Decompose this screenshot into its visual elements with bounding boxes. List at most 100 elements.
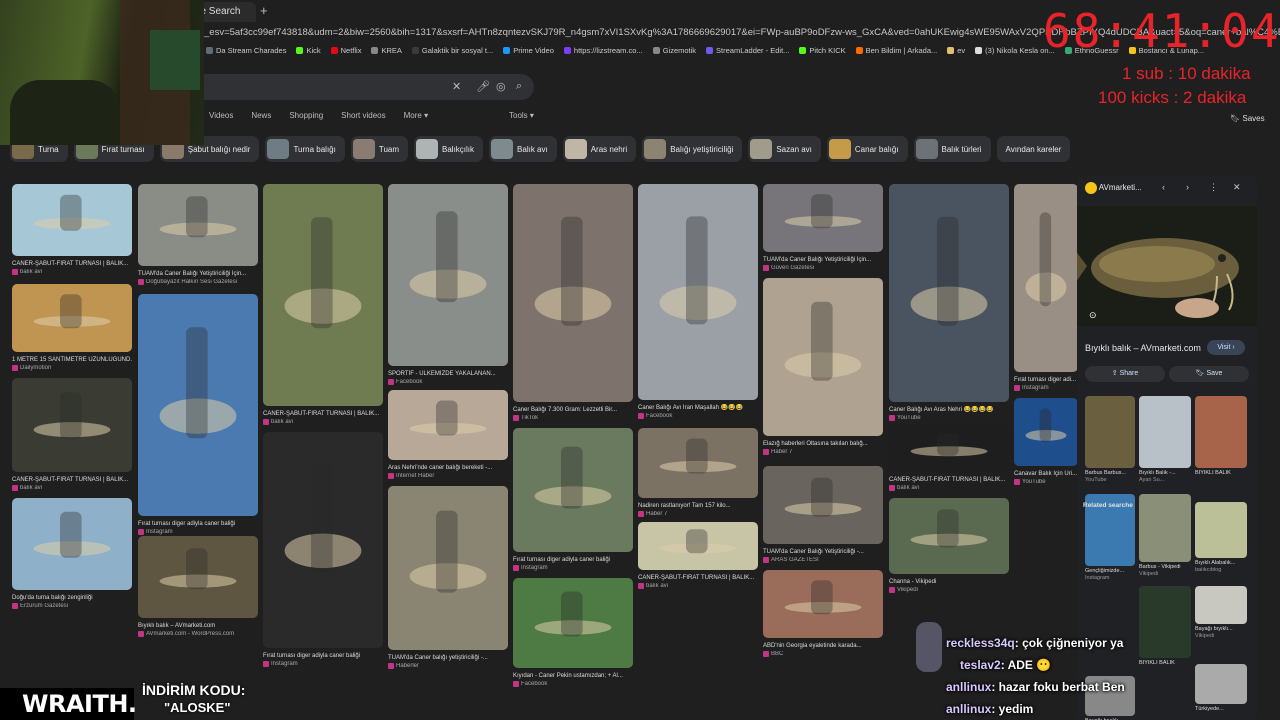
search-icon[interactable]: ⌕ bbox=[516, 80, 522, 93]
result-caption[interactable]: TUAM'da Caner Balığı Yetiştiriciliği İçi… bbox=[138, 270, 258, 278]
camera-icon[interactable]: ◎ bbox=[496, 80, 506, 93]
result-caption[interactable]: Fırat turnası diger adiyla caner baliği bbox=[513, 556, 633, 564]
image-result[interactable] bbox=[763, 466, 883, 544]
refinement-chip[interactable]: Sazan avı bbox=[748, 136, 821, 162]
chevron-left-icon[interactable]: ‹ bbox=[1162, 182, 1165, 192]
image-result[interactable] bbox=[388, 390, 508, 460]
panel-title[interactable]: Bıyıklı balık – AVmarketi.com bbox=[1085, 343, 1201, 353]
result-caption[interactable]: SPORTİF - ÜLKEMİZDE YAKALANAN... bbox=[388, 370, 508, 378]
image-result[interactable] bbox=[12, 284, 132, 352]
result-caption[interactable]: ABD'nin Georgia eyaletinde karada... bbox=[763, 642, 883, 650]
refinement-chip[interactable]: Avından kareler bbox=[996, 136, 1071, 162]
panel-thumbnail[interactable] bbox=[1195, 502, 1247, 558]
image-result[interactable] bbox=[12, 498, 132, 590]
share-button[interactable]: ⇪ Share bbox=[1085, 366, 1165, 382]
refinement-chip[interactable]: Aras nehri bbox=[562, 136, 637, 162]
image-result[interactable] bbox=[12, 184, 132, 256]
bookmark-item[interactable]: Kick bbox=[296, 42, 321, 58]
chevron-right-icon[interactable]: › bbox=[1186, 182, 1189, 192]
panel-thumbnail-caption[interactable]: Bıyıklı Alabalık... bbox=[1195, 560, 1247, 566]
bookmark-item[interactable]: Ben Bildim | Arkada... bbox=[855, 42, 937, 58]
panel-thumbnail[interactable] bbox=[1085, 396, 1135, 468]
result-caption[interactable]: CANER-ŞABUT-FIRAT TURNASI | BALIK... bbox=[889, 476, 1009, 484]
image-result[interactable] bbox=[263, 184, 383, 406]
result-caption[interactable]: Canavar Balık İçin Uri... bbox=[1014, 470, 1078, 478]
result-caption[interactable]: Bıyıklı balık – AVmarketi.com bbox=[138, 622, 258, 630]
save-button[interactable]: 🔖︎ Save bbox=[1169, 366, 1249, 382]
image-result[interactable] bbox=[138, 294, 258, 516]
panel-thumbnail-caption[interactable]: Bayağı bıyıklı... bbox=[1195, 626, 1247, 632]
panel-thumbnail[interactable] bbox=[1195, 396, 1247, 468]
result-caption[interactable]: Caner Balığı Avı İran Maşallah 😂😂😂 bbox=[638, 404, 758, 412]
result-caption[interactable]: Fırat turnası diger adiyla caner baliği bbox=[263, 652, 383, 660]
panel-site[interactable]: AVmarketi... bbox=[1085, 182, 1142, 194]
tools-button[interactable]: Tools ▾ bbox=[509, 111, 534, 120]
result-caption[interactable]: TUAM'da Caner balığı yetiştiriciliği -..… bbox=[388, 654, 508, 662]
visit-button[interactable]: Visit › bbox=[1207, 340, 1245, 355]
image-result[interactable] bbox=[638, 184, 758, 400]
bookmark-item[interactable]: KREA bbox=[371, 42, 402, 58]
result-caption[interactable]: CANER-ŞABUT-FIRAT TURNASI | BALIK... bbox=[638, 574, 758, 582]
image-result[interactable] bbox=[638, 522, 758, 570]
preview-image[interactable] bbox=[1077, 206, 1257, 326]
image-result[interactable] bbox=[889, 498, 1009, 574]
image-result[interactable] bbox=[138, 536, 258, 618]
bookmark-item[interactable]: Netflix bbox=[330, 42, 361, 58]
nav-tab[interactable]: Shopping bbox=[289, 111, 323, 120]
panel-thumbnail-caption[interactable]: BIYIKLI BALIK bbox=[1195, 470, 1247, 476]
panel-thumbnail[interactable] bbox=[1139, 396, 1191, 468]
image-result[interactable] bbox=[12, 378, 132, 472]
image-result[interactable] bbox=[388, 486, 508, 650]
image-result[interactable] bbox=[388, 184, 508, 366]
bookmark-item[interactable]: StreamLadder - Edit... bbox=[706, 42, 789, 58]
refinement-chip[interactable]: Balığı yetiştiriciliği bbox=[642, 136, 743, 162]
panel-thumbnail[interactable] bbox=[1195, 586, 1247, 624]
result-caption[interactable]: Kıyıdan - Caner Pekin ustamızdan; + Al..… bbox=[513, 672, 633, 680]
more-options-icon[interactable]: ⋮ bbox=[1209, 182, 1218, 193]
panel-thumbnail-caption[interactable]: Barbus - Vikipedi bbox=[1139, 564, 1191, 570]
result-caption[interactable]: CANER-ŞABUT-FIRAT TURNASI | BALIK... bbox=[263, 410, 383, 418]
result-caption[interactable]: Caner Balığı Avı Aras Nehri 😂😂😂😂 bbox=[889, 406, 1009, 414]
image-result[interactable] bbox=[513, 428, 633, 552]
panel-thumbnail[interactable] bbox=[1139, 586, 1191, 658]
mic-icon[interactable]: 🎤︎ bbox=[476, 80, 490, 93]
result-caption[interactable]: 1 METRE 15 SANTİMETRE UZUNLUĞUND... bbox=[12, 356, 132, 364]
result-caption[interactable]: Caner Balığı 7.300 Gram: Lezzetli Bir... bbox=[513, 406, 633, 414]
result-caption[interactable]: Doğu'da turna balığı zenginliği bbox=[12, 594, 132, 602]
refinement-chip[interactable]: Balık avı bbox=[489, 136, 557, 162]
refinement-chip[interactable]: Canar balığı bbox=[826, 136, 908, 162]
refinement-chip[interactable]: Balık türleri bbox=[913, 136, 991, 162]
image-result[interactable] bbox=[263, 432, 383, 648]
panel-thumbnail[interactable] bbox=[1139, 494, 1191, 562]
result-caption[interactable]: Fırat turnası diger adi... bbox=[1014, 376, 1078, 384]
nav-tab[interactable]: News bbox=[251, 111, 271, 120]
nav-tab[interactable]: Videos bbox=[209, 111, 233, 120]
close-icon[interactable]: ✕ bbox=[1233, 182, 1241, 193]
result-caption[interactable]: Elazığ haberleri Oltasına takılan balığ.… bbox=[763, 440, 883, 448]
search-box[interactable]: ✕ 🎤︎ ◎ ⌕ bbox=[196, 74, 534, 100]
panel-thumbnail[interactable] bbox=[1195, 664, 1247, 704]
result-caption[interactable]: Fırat turnası diger adiyla caner baliği bbox=[138, 520, 258, 528]
lens-icon[interactable]: ⊙ bbox=[1089, 310, 1097, 321]
refinement-chip[interactable]: Tuam bbox=[350, 136, 409, 162]
refinement-chip[interactable]: Turna balığı bbox=[265, 136, 345, 162]
bookmark-item[interactable]: Prime Video bbox=[503, 42, 554, 58]
result-caption[interactable]: CANER-ŞABUT-FIRAT TURNASI | BALIK... bbox=[12, 476, 132, 484]
image-result[interactable] bbox=[763, 184, 883, 252]
image-result[interactable] bbox=[638, 428, 758, 498]
bookmark-item[interactable]: ev bbox=[947, 42, 965, 58]
image-result[interactable] bbox=[513, 578, 633, 668]
result-caption[interactable]: Nadiren rastlanıyor! Tam 157 kilo... bbox=[638, 502, 758, 510]
panel-thumbnail-caption[interactable]: Barbus Barbus... bbox=[1085, 470, 1135, 476]
panel-thumbnail-caption[interactable]: Gençliğimizde... bbox=[1085, 568, 1135, 574]
bookmark-item[interactable]: Gizemotik bbox=[652, 42, 696, 58]
result-caption[interactable]: TUAM'da Caner Balığı Yetiştiriciliği İçi… bbox=[763, 256, 883, 264]
image-result[interactable] bbox=[138, 184, 258, 266]
nav-tab[interactable]: More ▾ bbox=[404, 111, 428, 120]
image-result[interactable] bbox=[763, 278, 883, 436]
bookmark-item[interactable]: https://lizstream.co... bbox=[563, 42, 643, 58]
refinement-chip[interactable]: Balıkçılık bbox=[414, 136, 484, 162]
panel-thumbnail-caption[interactable]: Bıyıklı Balık -... bbox=[1139, 470, 1191, 476]
result-caption[interactable]: CANER-ŞABUT-FIRAT TURNASI | BALIK... bbox=[12, 260, 132, 268]
result-caption[interactable]: TUAM'da Caner Balığı Yetiştiriciliği -..… bbox=[763, 548, 883, 556]
